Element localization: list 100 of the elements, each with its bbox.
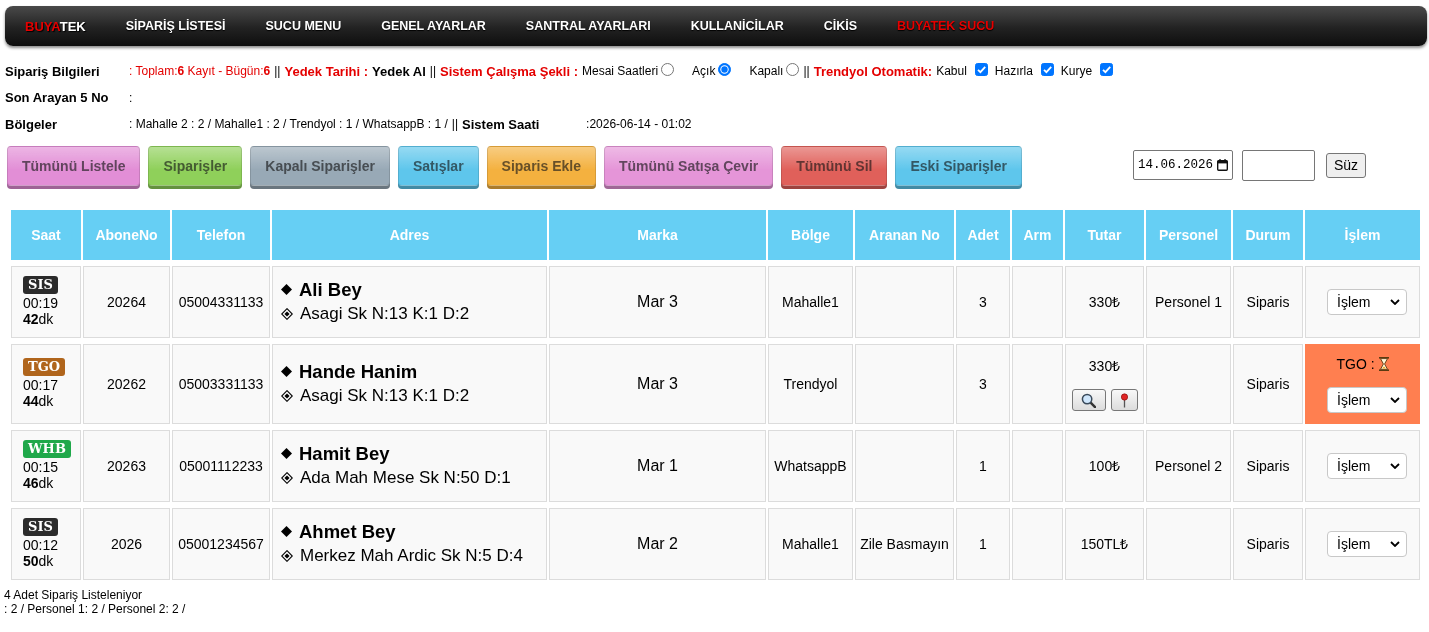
diamond-dot-icon <box>281 549 293 562</box>
order-time: 00:19 <box>23 294 59 311</box>
table-cell: Mar 2 <box>549 507 766 580</box>
table-cell: Siparis <box>1233 429 1303 502</box>
action-button[interactable]: Siparişler <box>148 145 243 186</box>
radio-label: Kapalı <box>749 64 784 79</box>
order-total: 330₺ <box>1088 357 1121 375</box>
radio-label: Mesai Saatleri <box>582 64 659 79</box>
table-cell: 05001234567 <box>172 507 270 580</box>
table-cell: 3 <box>956 265 1010 338</box>
radio-button[interactable] <box>661 62 675 76</box>
table-cell: 05001112233 <box>172 429 270 502</box>
table-cell: 100₺ <box>1065 429 1144 502</box>
action-dropdown[interactable]: İşlem <box>1327 288 1407 315</box>
filter-button[interactable]: Süz <box>1326 152 1367 178</box>
diamond-icon <box>281 526 292 537</box>
search-button[interactable] <box>1071 389 1106 411</box>
table-cell: Mar 3 <box>549 265 766 338</box>
radio-button[interactable] <box>718 62 732 76</box>
checkbox[interactable] <box>1100 62 1114 76</box>
order-time: 00:15 <box>23 458 59 475</box>
action-button[interactable]: Eski Siparişler <box>895 145 1022 186</box>
backup-link[interactable]: Yedek Al <box>372 63 426 79</box>
customer-name: Ali Bey <box>299 278 362 301</box>
nav-link[interactable]: GENEL AYARLAR <box>381 19 486 33</box>
diamond-icon <box>281 284 292 295</box>
address-text: Asagi Sk N:13 K:1 D:2 <box>300 302 470 325</box>
table-cell: 20263 <box>83 429 170 502</box>
customer-name: Ahmet Bey <box>299 520 396 543</box>
checkbox-label: Kabul <box>936 64 967 79</box>
table-cell: 2026 <box>83 507 170 580</box>
customer-name: Hamit Bey <box>299 442 390 465</box>
nav-link[interactable]: CİKİS <box>823 19 858 33</box>
address-text: Asagi Sk N:13 K:1 D:2 <box>300 384 470 407</box>
table-cell: 20264 <box>83 265 170 338</box>
column-header: Durum <box>1233 209 1303 260</box>
table-cell: Mar 3 <box>549 343 766 424</box>
setting-label: Yedek Tarihi : <box>284 63 369 79</box>
action-dropdown[interactable]: İşlem <box>1327 386 1407 413</box>
table-cell: 150TL₺ <box>1065 507 1144 580</box>
table-cell: Trendyol <box>768 343 853 424</box>
radio-label: Açık <box>692 64 716 79</box>
source-badge: SIS <box>23 275 58 294</box>
info-label: Sipariş Bilgileri <box>5 63 101 79</box>
info-label: Bölgeler <box>5 116 58 132</box>
checkbox-label: Kurye <box>1060 64 1093 79</box>
table-cell: Siparis <box>1233 507 1303 580</box>
info-label: Son Arayan 5 No <box>5 90 110 106</box>
table-cell: 05004331133 <box>172 265 270 338</box>
pin-button[interactable] <box>1110 389 1138 411</box>
table-cell: 3 <box>956 343 1010 424</box>
date-field[interactable]: 14.06.2026 <box>1133 150 1233 180</box>
info-text: :2026-06-14 - 01:02 <box>586 117 692 132</box>
nav-link[interactable]: SUCU MENU <box>265 19 342 33</box>
table-cell: Personel 1 <box>1146 265 1231 338</box>
chevron-down-icon <box>1390 540 1400 547</box>
info-text: : Mahalle 2 : 2 / Mahalle1 : 2 / Trendyol : 1 / WhatsappB : 1 / <box>129 117 448 132</box>
setting-label: Trendyol Otomatik: <box>813 63 933 79</box>
source-badge: SIS <box>23 517 58 536</box>
nav-link[interactable]: SANTRAL AYARLARI <box>525 19 651 33</box>
checkbox[interactable] <box>974 62 988 76</box>
elapsed-time: 44dk <box>23 392 54 410</box>
column-header: Telefon <box>172 209 270 260</box>
action-button[interactable]: Tümünü Listele <box>7 145 141 186</box>
table-cell: Siparis <box>1233 265 1303 338</box>
column-header: Arm <box>1012 209 1063 260</box>
column-header: AboneNo <box>83 209 170 260</box>
action-dropdown[interactable]: İşlem <box>1327 530 1407 557</box>
table-cell: Zile Basmayın <box>855 507 954 580</box>
action-button[interactable]: Kapalı Siparişler <box>250 145 390 186</box>
order-time: 00:17 <box>23 376 59 393</box>
clock-label: Sistem Saati <box>462 116 541 132</box>
table-cell: Siparis <box>1233 343 1303 424</box>
elapsed-time: 42dk <box>23 310 54 328</box>
checkbox-label: Hazırla <box>994 64 1033 79</box>
column-header: Adet <box>956 209 1010 260</box>
filter-input[interactable] <box>1242 149 1315 181</box>
logo-text[interactable]: BUYATEK <box>25 18 86 34</box>
note-text: TGO : <box>1336 354 1375 373</box>
elapsed-time: 50dk <box>23 552 54 570</box>
separator-text: || <box>451 117 459 132</box>
table-cell: WhatsappB <box>768 429 853 502</box>
nav-link[interactable]: KULLANİCİLAR <box>690 19 784 33</box>
action-button[interactable]: Satışlar <box>398 145 479 186</box>
order-summary: : Toplam:6 Kayıt - Bügün:6 <box>129 64 271 79</box>
table-cell: 330₺ <box>1065 265 1144 338</box>
setting-label: Sistem Çalışma Şekli : <box>440 63 578 79</box>
action-button[interactable]: Tümünü Satışa Çevir <box>604 145 774 186</box>
nav-link[interactable]: SİPARİŞ LİSTESİ <box>125 19 226 33</box>
table-cell: Mahalle1 <box>768 507 853 580</box>
diamond-icon <box>281 448 292 459</box>
checkbox[interactable] <box>1040 62 1054 76</box>
action-button[interactable]: Siparis Ekle <box>486 145 596 186</box>
hourglass-icon <box>1378 356 1389 371</box>
radio-button[interactable] <box>786 62 800 76</box>
chevron-down-icon <box>1390 298 1400 305</box>
staff-summary-text: : 2 / Personel 1: 2 / Personel 2: 2 / <box>4 601 186 616</box>
action-dropdown[interactable]: İşlem <box>1327 452 1407 479</box>
column-header: Marka <box>549 209 766 260</box>
column-header: Adres <box>272 209 547 260</box>
